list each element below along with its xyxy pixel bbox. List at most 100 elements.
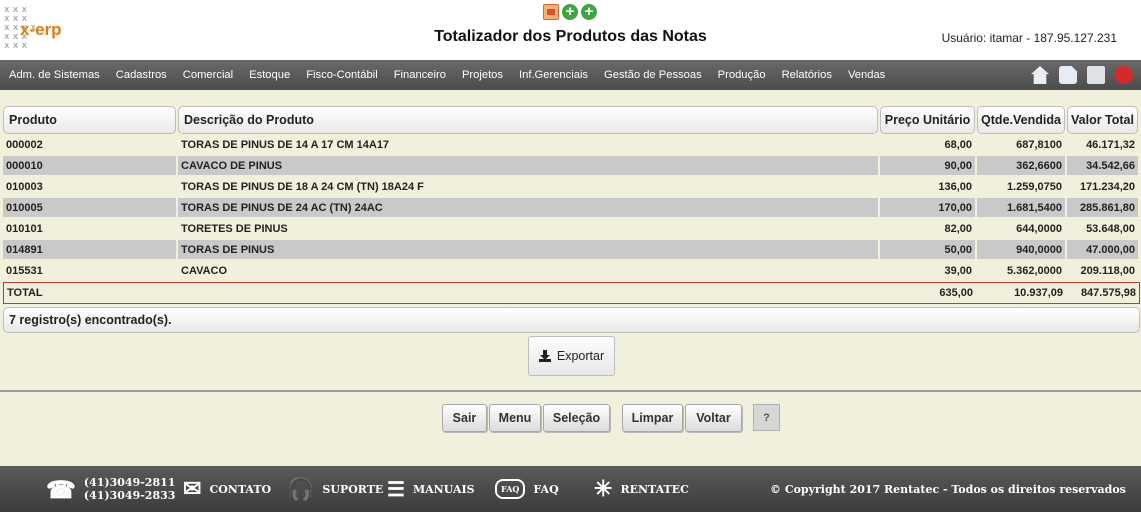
cell-produto: 014891: [3, 240, 176, 259]
table-row[interactable]: 010005 TORAS DE PINUS DE 24 AC (TN) 24AC…: [3, 197, 1140, 218]
phone-2: (41)3049-2833: [83, 489, 176, 502]
faq-icon: FAQ: [495, 479, 526, 499]
menu-item-adm-sistemas[interactable]: Adm. de Sistemas: [9, 69, 100, 81]
cell-produto: 010005: [3, 198, 176, 217]
books-icon: ☰: [387, 477, 405, 501]
document-icon[interactable]: [1059, 66, 1077, 84]
menu-item-fisco-contabil[interactable]: Fisco-Contábil: [306, 69, 378, 81]
faq-label: FAQ: [533, 482, 559, 496]
mail-icon: ✉: [183, 476, 202, 502]
cell-qtde: 5.362,0000: [1006, 264, 1062, 277]
column-header-preco[interactable]: Preço Unitário: [880, 106, 975, 134]
cell-descricao: TORAS DE PINUS: [178, 240, 878, 259]
copyright-text: © Copyright 2017 Rentatec - Todos os dir…: [770, 482, 1126, 496]
footer: ☎ (41)3049-2811 (41)3049-2833 ✉ CONTATO …: [0, 466, 1141, 512]
export-button[interactable]: Exportar: [528, 336, 615, 376]
menu-item-cadastros[interactable]: Cadastros: [116, 69, 167, 81]
menu-item-inf-gerenciais[interactable]: Inf.Gerenciais: [519, 69, 588, 81]
cell-qtde: 1.259,0750: [1006, 180, 1062, 193]
user-info: Usuário: itamar - 187.95.127.231: [941, 31, 1117, 45]
cell-descricao: CAVACO: [181, 264, 228, 277]
phone-1: (41)3049-2811: [83, 476, 176, 489]
limpar-button[interactable]: Limpar: [622, 404, 683, 432]
cell-preco: 50,00: [880, 240, 975, 259]
table-row[interactable]: 014891 TORAS DE PINUS 50,00 940,0000 47.…: [3, 239, 1140, 260]
footer-manuais[interactable]: ☰ MANUAIS: [387, 466, 475, 512]
cell-valor: 46.171,32: [1086, 138, 1135, 151]
cell-preco: 170,00: [880, 198, 975, 217]
power-icon[interactable]: [1115, 66, 1133, 84]
table-row[interactable]: 010101 TORETES DE PINUS 82,00 644,0000 5…: [3, 218, 1140, 239]
main-menu: Adm. de Sistemas Cadastros Comercial Est…: [0, 60, 1141, 90]
cell-qtde: 1.681,5400: [977, 198, 1065, 217]
phone-icon: ☎: [46, 474, 76, 504]
table-row[interactable]: 010003 TORAS DE PINUS DE 18 A 24 CM (TN)…: [3, 176, 1140, 197]
column-header-valor[interactable]: Valor Total: [1067, 106, 1138, 134]
column-header-qtde[interactable]: Qtde.Vendida: [977, 106, 1065, 134]
cell-produto: 010101: [6, 222, 43, 235]
footer-rentatec[interactable]: ✳ RENTATEC: [594, 466, 689, 512]
sair-button[interactable]: Sair: [442, 404, 487, 432]
cell-qtde: 940,0000: [977, 240, 1065, 259]
menu-item-projetos[interactable]: Projetos: [462, 69, 503, 81]
cell-preco: 136,00: [938, 180, 972, 193]
cell-valor: 47.000,00: [1067, 240, 1138, 259]
footer-phones: ☎ (41)3049-2811 (41)3049-2833: [46, 466, 175, 512]
total-preco: 635,00: [939, 287, 973, 299]
menu-item-estoque[interactable]: Estoque: [249, 69, 290, 81]
cell-qtde: 644,0000: [1016, 222, 1062, 235]
cell-produto: 000002: [6, 138, 43, 151]
menu-button[interactable]: Menu: [489, 404, 541, 432]
cell-produto: 010003: [6, 180, 43, 193]
records-count: 7 registro(s) encontrado(s).: [3, 307, 1140, 333]
cell-descricao: TORAS DE PINUS DE 14 A 17 CM 14A17: [181, 138, 390, 151]
add-new-icon[interactable]: +: [581, 4, 597, 20]
headset-icon: 🎧: [287, 476, 315, 502]
table-row[interactable]: 000002 TORAS DE PINUS DE 14 A 17 CM 14A1…: [3, 134, 1140, 155]
table-row[interactable]: 015531 CAVACO 39,00 5.362,0000 209.118,0…: [3, 260, 1140, 281]
manuais-label: MANUAIS: [412, 482, 475, 496]
table-row[interactable]: 000010 CAVACO DE PINUS 90,00 362,6600 34…: [3, 155, 1140, 176]
cell-produto: 015531: [6, 264, 43, 277]
cell-preco: 68,00: [944, 138, 972, 151]
cell-descricao: TORETES DE PINUS: [181, 222, 288, 235]
menu-item-relatorios[interactable]: Relatórios: [782, 69, 832, 81]
column-header-produto[interactable]: Produto: [3, 106, 176, 134]
download-icon: [538, 350, 551, 362]
cell-preco: 39,00: [944, 264, 972, 277]
printer-icon[interactable]: [1087, 66, 1105, 84]
menu-item-financeiro[interactable]: Financeiro: [394, 69, 446, 81]
cell-descricao: TORAS DE PINUS DE 18 A 24 CM (TN) 18A24 …: [181, 180, 424, 193]
add-icon[interactable]: +: [562, 4, 578, 20]
cell-valor: 53.648,00: [1086, 222, 1135, 235]
rentatec-logo-icon: ✳: [594, 476, 613, 502]
total-label: TOTAL: [7, 287, 43, 299]
footer-copyright: © Copyright 2017 Rentatec - Todos os dir…: [770, 466, 1126, 512]
menubar-right-icons: [1031, 66, 1133, 84]
menu-item-gestao-pessoas[interactable]: Gestão de Pessoas: [604, 69, 702, 81]
home-icon[interactable]: [1031, 66, 1049, 84]
report-icon[interactable]: [543, 4, 559, 20]
main-content: Produto Descrição do Produto Preço Unitá…: [0, 90, 1141, 466]
help-button[interactable]: ?: [753, 404, 780, 431]
top-header: x x x x x xx x x x x x xx x x x-erp + + …: [0, 0, 1141, 60]
menu-item-vendas[interactable]: Vendas: [848, 69, 885, 81]
column-header-descricao[interactable]: Descrição do Produto: [178, 106, 878, 134]
cell-valor: 209.118,00: [1080, 264, 1135, 277]
export-label: Exportar: [556, 349, 605, 363]
menu-item-producao[interactable]: Produção: [718, 69, 766, 81]
table-header: Produto Descrição do Produto Preço Unitá…: [3, 106, 1140, 134]
contato-label: CONTATO: [209, 482, 272, 496]
footer-faq[interactable]: FAQ FAQ: [495, 466, 559, 512]
footer-contato[interactable]: ✉ CONTATO: [183, 466, 271, 512]
footer-suporte[interactable]: 🎧 SUPORTE: [287, 466, 383, 512]
cell-preco: 82,00: [944, 222, 972, 235]
cell-qtde: 687,8100: [1016, 138, 1062, 151]
cell-descricao: CAVACO DE PINUS: [178, 156, 878, 175]
cell-descricao: TORAS DE PINUS DE 24 AC (TN) 24AC: [178, 198, 878, 217]
cell-qtde: 362,6600: [977, 156, 1065, 175]
selecao-button[interactable]: Seleção: [543, 404, 610, 432]
total-valor: 847.575,98: [1080, 287, 1136, 299]
menu-item-comercial[interactable]: Comercial: [183, 69, 233, 81]
voltar-button[interactable]: Voltar: [685, 404, 742, 432]
